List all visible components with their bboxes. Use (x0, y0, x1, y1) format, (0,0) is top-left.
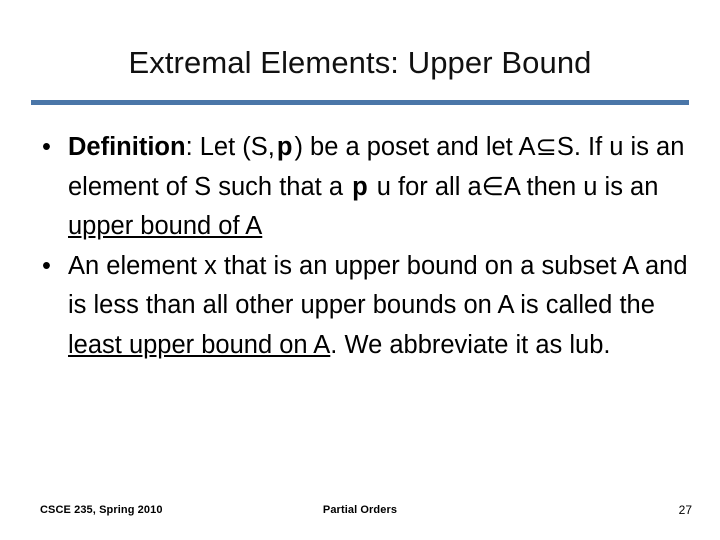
definition-label: Definition (68, 133, 186, 161)
lub-bullet-text: An element x that is an upper bound on a… (68, 247, 694, 366)
lub-text-part-2: . We abbreviate it as lub. (330, 330, 611, 359)
upper-bound-emphasis: upper bound of A (68, 212, 263, 240)
least-upper-bound-emphasis: least upper bound on A (68, 330, 331, 359)
partial-order-relation-symbol: p (276, 133, 293, 161)
page-title: Extremal Elements: Upper Bound (128, 45, 592, 80)
title-divider-rule (31, 100, 689, 105)
bullet-point-icon: • (42, 251, 51, 280)
definition-text-part-3: u for all a∈A then u is an (369, 172, 659, 201)
definition-text-part-1: : Let (S, (185, 133, 275, 161)
slide-title-block: Extremal Elements: Upper Bound (0, 44, 720, 82)
slide-body: • Definition: Let (S,p) be a poset and l… (28, 128, 694, 365)
definition-bullet-text: Definition: Let (S,p) be a poset and let… (68, 128, 694, 247)
list-item: • Definition: Let (S,p) be a poset and l… (28, 128, 694, 247)
bullet-point-icon: • (42, 133, 51, 161)
slide-canvas: Extremal Elements: Upper Bound • Definit… (0, 0, 720, 540)
slide-number: 27 (678, 503, 692, 517)
slide-footer: CSCE 235, Spring 2010 Partial Orders 27 (0, 500, 720, 524)
footer-topic-label: Partial Orders (322, 504, 398, 516)
list-item: • An element x that is an upper bound on… (28, 247, 694, 366)
partial-order-relation-symbol-2: p (352, 172, 368, 201)
lub-text-part-1: An element x that is an upper bound on a… (68, 251, 688, 320)
